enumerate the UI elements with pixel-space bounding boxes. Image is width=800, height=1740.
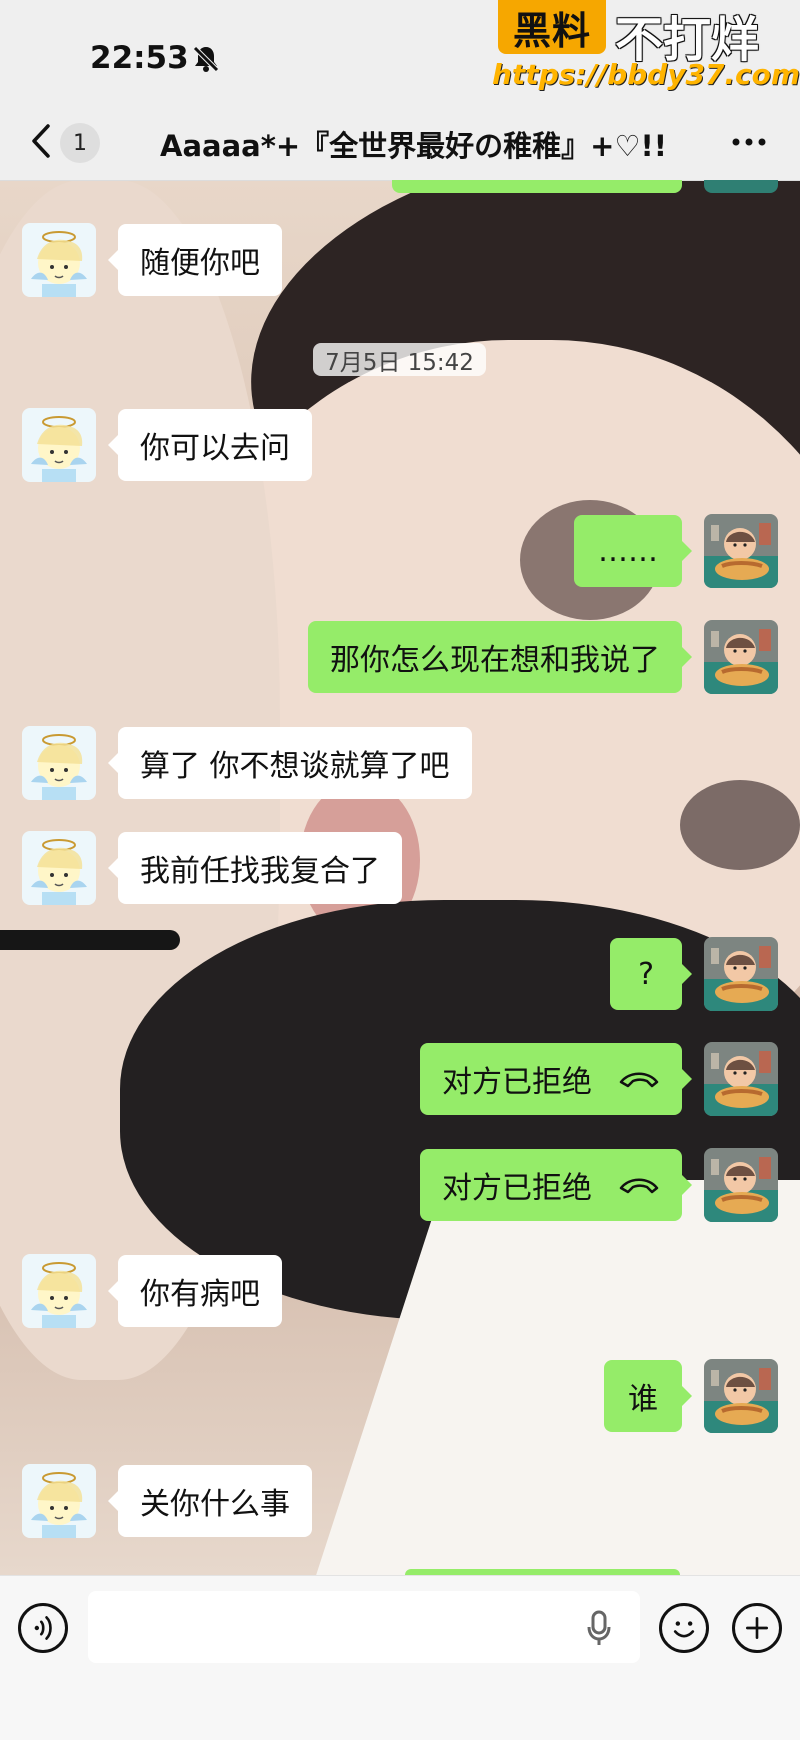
- message-bubble[interactable]: 谁: [604, 1360, 692, 1432]
- call-status-text: 对方已拒绝: [442, 1171, 592, 1206]
- partial-avatar-top: [704, 180, 778, 193]
- chat-message-sent: ?: [0, 937, 800, 1012]
- chat-timestamp: 7月5日 15:42: [313, 343, 486, 376]
- partial-green-bubble-top: [392, 180, 682, 193]
- chat-message-sent: ……: [0, 514, 800, 589]
- my-avatar[interactable]: [704, 1359, 778, 1433]
- chat-message-sent: 那你怎么现在想和我说了: [0, 620, 800, 695]
- contact-avatar[interactable]: [22, 831, 96, 905]
- voice-mode-icon[interactable]: [18, 1603, 68, 1653]
- silent-bell-icon: [193, 46, 219, 72]
- message-bubble[interactable]: ?: [610, 938, 692, 1010]
- call-record-bubble[interactable]: 对方已拒绝: [420, 1043, 692, 1115]
- hangup-icon: [619, 1178, 659, 1194]
- chat-header: 1 Aaaaa*+『全世界最好の稚稚』+♡!!: [0, 105, 800, 181]
- message-input-bar: [0, 1575, 800, 1740]
- chat-message-received: 算了 你不想谈就算了吧: [0, 726, 800, 801]
- back-chevron-icon[interactable]: [24, 119, 58, 163]
- chat-message-sent: 谁: [0, 1359, 800, 1434]
- contact-avatar[interactable]: [22, 1464, 96, 1538]
- watermark-url: https://bbdy37.com: [492, 58, 800, 91]
- chat-message-received: 你可以去问: [0, 408, 800, 483]
- watermark-badge: 黑料: [498, 0, 606, 54]
- call-status-text: 对方已拒绝: [442, 1065, 592, 1100]
- contact-avatar[interactable]: [22, 223, 96, 297]
- unread-count-badge[interactable]: 1: [60, 123, 100, 163]
- microphone-icon[interactable]: [585, 1609, 613, 1647]
- call-record-bubble[interactable]: 对方已拒绝: [420, 1149, 692, 1221]
- message-bubble[interactable]: 关你什么事: [108, 1465, 312, 1537]
- contact-avatar[interactable]: [22, 1254, 96, 1328]
- message-input[interactable]: [88, 1591, 640, 1663]
- emoji-icon[interactable]: [659, 1603, 709, 1653]
- message-bubble[interactable]: 随便你吧: [108, 224, 282, 296]
- chat-message-received: 关你什么事: [0, 1464, 800, 1539]
- message-bubble[interactable]: ……: [574, 515, 692, 587]
- my-avatar[interactable]: [704, 937, 778, 1011]
- status-time: 22:53: [90, 40, 189, 76]
- more-options-icon[interactable]: [728, 125, 770, 159]
- chat-call-declined-sent: 对方已拒绝: [0, 1148, 800, 1223]
- my-avatar[interactable]: [704, 1042, 778, 1116]
- add-attachment-icon[interactable]: [732, 1603, 782, 1653]
- chat-call-declined-sent: 对方已拒绝: [0, 1042, 800, 1117]
- chat-title: Aaaaa*+『全世界最好の稚稚』+♡!!: [160, 129, 667, 163]
- message-bubble[interactable]: 你可以去问: [108, 409, 312, 481]
- hangup-icon: [619, 1072, 659, 1088]
- contact-avatar[interactable]: [22, 726, 96, 800]
- chat-message-received: 你有病吧: [0, 1254, 800, 1329]
- my-avatar[interactable]: [704, 620, 778, 694]
- message-bubble[interactable]: 算了 你不想谈就算了吧: [108, 727, 472, 799]
- chat-message-received: 我前任找我复合了: [0, 831, 800, 906]
- message-bubble[interactable]: 你有病吧: [108, 1255, 282, 1327]
- my-avatar[interactable]: [704, 1148, 778, 1222]
- message-bubble[interactable]: 那你怎么现在想和我说了: [308, 621, 692, 693]
- message-bubble[interactable]: 我前任找我复合了: [108, 832, 402, 904]
- contact-avatar[interactable]: [22, 408, 96, 482]
- chat-message-received: 随便你吧: [0, 223, 800, 298]
- my-avatar[interactable]: [704, 514, 778, 588]
